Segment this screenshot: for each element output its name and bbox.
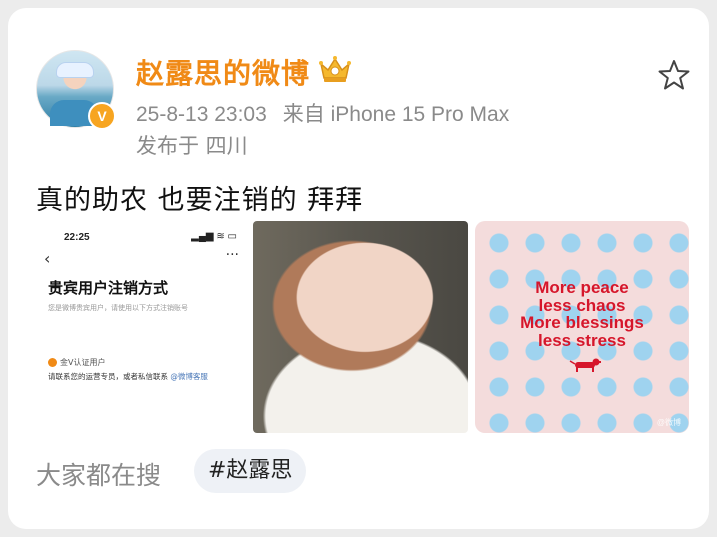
post-text: 真的助农 也要注销的 拜拜	[36, 185, 364, 216]
quote-line: More blessings	[520, 313, 644, 332]
post-meta: 25-8-13 23:03 来自 iPhone 15 Pro Max	[136, 98, 509, 128]
quote-line: less stress	[538, 330, 626, 350]
phone-contact-link: @微博客服	[170, 372, 208, 381]
post-timestamp: 25-8-13 23:03	[136, 103, 267, 126]
username[interactable]: 赵露思的微博	[136, 52, 310, 92]
quote-text: More peace less chaos More blessings les…	[475, 279, 689, 349]
phone-contact-prefix: 请联系您的运营专员，或者私信联系	[48, 372, 171, 381]
phone-page-subtitle: 您是微博贵宾用户，请使用以下方式注销账号	[48, 304, 188, 312]
phone-time: 22:25	[64, 232, 90, 243]
phone-contact-text: 请联系您的运营专员，或者私信联系 @微博客服	[48, 371, 208, 382]
post-card: V 赵露思的微博 25-8-13 23:03 来自 iPhone 15 Pro M…	[8, 8, 709, 529]
post-image-photo[interactable]	[253, 221, 468, 433]
phone-status-icons: ▂▄▆ ≋ ▭	[191, 231, 237, 242]
verified-badge-icon: V	[88, 102, 116, 130]
crown-icon	[319, 56, 351, 82]
post-location: 发布于 四川	[136, 134, 248, 158]
post-image-quote[interactable]: More peace less chaos More blessings les…	[475, 221, 689, 433]
hashtag-chip[interactable]: #赵露思	[194, 449, 307, 493]
quote-line: More peace	[535, 278, 629, 297]
back-arrow-icon: ‹	[44, 249, 51, 268]
phone-verified-row: 金V认证用户	[48, 357, 105, 368]
avatar-cap	[56, 62, 94, 78]
dachshund-icon	[569, 358, 601, 372]
post-image-screenshot[interactable]: 22:25 ▂▄▆ ≋ ▭ ‹ ··· 贵宾用户注销方式 您是微博贵宾用户，请使…	[36, 221, 247, 433]
more-icon: ···	[225, 247, 239, 263]
post-source: 来自 iPhone 15 Pro Max	[282, 103, 510, 126]
star-icon[interactable]	[657, 58, 691, 92]
trending-search-label: 大家都在搜	[36, 461, 162, 490]
phone-page-title: 贵宾用户注销方式	[48, 279, 169, 297]
avatar[interactable]: V	[36, 50, 116, 130]
image-watermark: @微博	[656, 418, 681, 427]
quote-line: less chaos	[538, 295, 626, 315]
phone-badge-label: 金V认证用户	[60, 358, 106, 367]
gold-v-icon	[48, 358, 57, 367]
